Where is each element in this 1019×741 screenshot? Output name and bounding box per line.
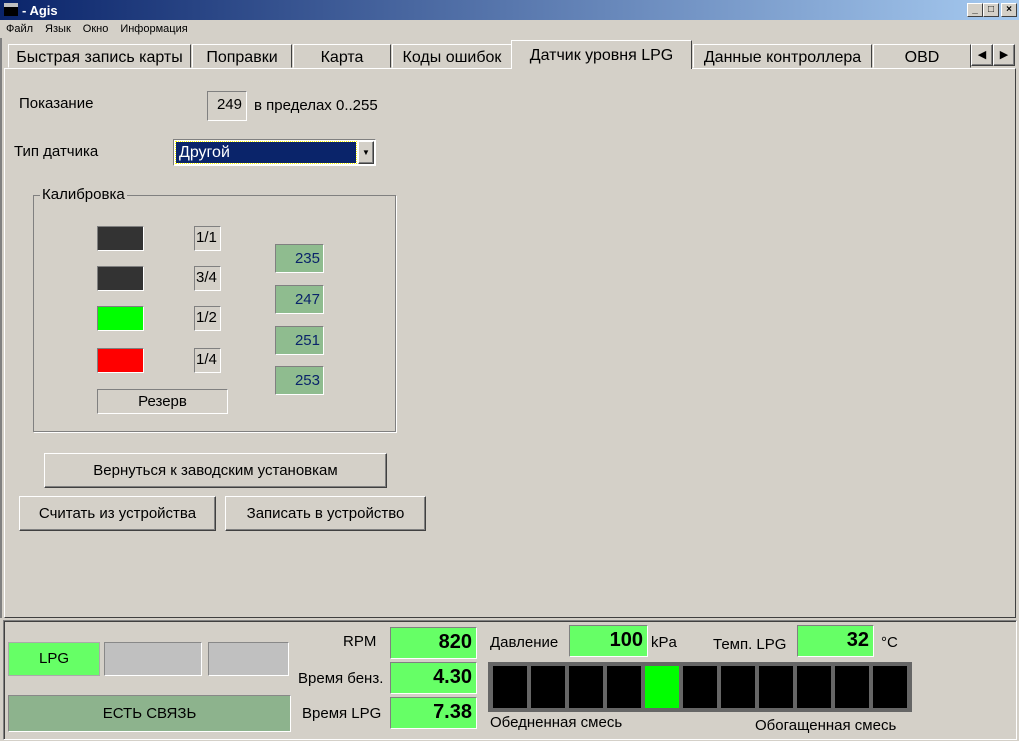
app-icon — [4, 3, 18, 16]
threshold-input[interactable]: 235 — [275, 244, 324, 273]
tab-scroll-left-button[interactable]: ◀ — [971, 44, 993, 66]
menu-file[interactable]: Файл — [6, 20, 33, 38]
mixture-segment — [835, 666, 869, 708]
menu-window[interactable]: Окно — [83, 20, 109, 38]
level-label: 1/1 — [194, 226, 221, 251]
factory-reset-button[interactable]: Вернуться к заводским установкам — [44, 453, 387, 488]
fuel-mode-indicator: LPG — [8, 642, 100, 676]
minimize-button[interactable]: _ — [967, 3, 983, 17]
mixture-segment — [645, 666, 679, 708]
tab-error-codes[interactable]: Коды ошибок — [392, 44, 512, 68]
rpm-value: 820 — [390, 627, 477, 659]
mixture-segment — [683, 666, 717, 708]
rich-mixture-label: Обогащенная смесь — [755, 717, 897, 734]
mixture-segment — [569, 666, 603, 708]
reading-label: Показание — [19, 95, 94, 112]
lpg-time-value: 7.38 — [390, 697, 477, 729]
petrol-time-label: Время бенз. — [298, 670, 384, 687]
fuel-mode-indicator-3 — [208, 642, 289, 676]
tab-corrections[interactable]: Поправки — [192, 44, 292, 68]
pressure-unit: kPa — [651, 634, 677, 651]
tab-obd[interactable]: OBD — [873, 44, 971, 68]
sensor-type-label: Тип датчика — [14, 143, 99, 160]
petrol-time-value: 4.30 — [390, 662, 477, 694]
tab-scroll-right-button[interactable]: ▶ — [993, 44, 1015, 66]
threshold-input[interactable]: 251 — [275, 326, 324, 355]
lpg-temp-value: 32 — [797, 625, 874, 657]
lpg-temp-label: Темп. LPG — [713, 636, 787, 653]
title-bar: - Agis _ □ × — [0, 0, 1019, 20]
sensor-type-select[interactable]: Другой ▼ — [173, 139, 376, 166]
rpm-label: RPM — [343, 633, 377, 650]
reading-range: в пределах 0..255 — [254, 97, 378, 114]
write-to-device-button[interactable]: Записать в устройство — [225, 496, 426, 531]
mixture-segment — [873, 666, 907, 708]
reserve-label: Резерв — [97, 389, 228, 414]
tab-map[interactable]: Карта — [293, 44, 391, 68]
chevron-down-icon[interactable]: ▼ — [358, 141, 374, 164]
lpg-time-label: Время LPG — [302, 705, 382, 722]
menu-info[interactable]: Информация — [120, 20, 187, 38]
level-label: 1/4 — [194, 348, 221, 373]
tab-controller-data[interactable]: Данные контроллера — [693, 44, 872, 68]
calibration-title: Калибровка — [40, 186, 127, 203]
read-from-device-button[interactable]: Считать из устройства — [19, 496, 216, 531]
pressure-value: 100 — [569, 625, 648, 657]
mixture-segment — [721, 666, 755, 708]
menu-language[interactable]: Язык — [45, 20, 71, 38]
mixture-indicator — [488, 662, 912, 712]
mixture-segment — [797, 666, 831, 708]
lpg-temp-unit: °C — [881, 634, 898, 651]
lean-mixture-label: Обедненная смесь — [490, 714, 623, 731]
level-indicator-1-1 — [97, 226, 144, 251]
level-indicator-1-2 — [97, 306, 144, 331]
level-indicator-1-4 — [97, 348, 144, 373]
menu-bar: Файл Язык Окно Информация — [0, 20, 188, 38]
reading-value: 249 — [207, 91, 247, 121]
sensor-type-value: Другой — [175, 141, 357, 164]
threshold-input[interactable]: 253 — [275, 366, 324, 395]
tab-lpg-level-sensor[interactable]: Датчик уровня LPG — [511, 40, 692, 69]
level-label: 3/4 — [194, 266, 221, 291]
mixture-segment — [531, 666, 565, 708]
mixture-segment — [759, 666, 793, 708]
fuel-mode-indicator-2 — [104, 642, 202, 676]
mixture-segment — [607, 666, 641, 708]
level-indicator-3-4 — [97, 266, 144, 291]
mixture-segment — [493, 666, 527, 708]
threshold-input[interactable]: 247 — [275, 285, 324, 314]
window-title: - Agis — [22, 3, 58, 18]
maximize-button[interactable]: □ — [983, 3, 999, 17]
tab-quick-map-write[interactable]: Быстрая запись карты — [8, 44, 191, 68]
connection-status: ЕСТЬ СВЯЗЬ — [8, 695, 291, 732]
level-label: 1/2 — [194, 306, 221, 331]
pressure-label: Давление — [490, 634, 559, 651]
close-button[interactable]: × — [1001, 3, 1017, 17]
